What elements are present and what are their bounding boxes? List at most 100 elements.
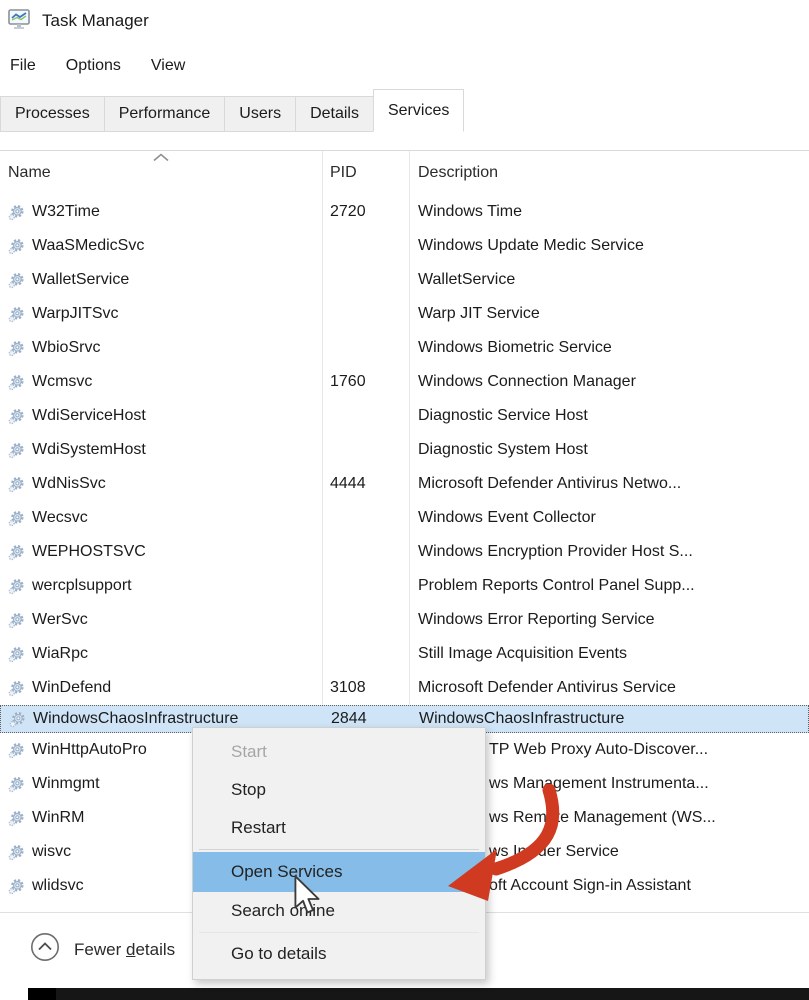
service-name: WbioSrvc — [32, 339, 100, 357]
sort-asc-icon — [152, 149, 170, 167]
service-gear-icon — [8, 646, 25, 663]
tab-users[interactable]: Users — [224, 96, 296, 132]
menu-item-search-online[interactable]: Search online — [193, 892, 485, 930]
service-name: WdiSystemHost — [32, 441, 146, 459]
service-name: WalletService — [32, 271, 129, 289]
service-description: Windows Biometric Service — [409, 339, 809, 357]
service-description: Windows Encryption Provider Host S... — [409, 543, 809, 561]
service-description: Windows Event Collector — [409, 509, 809, 527]
service-name: WdiServiceHost — [32, 407, 146, 425]
service-description: Still Image Acquisition Events — [409, 645, 809, 663]
service-gear-icon — [8, 544, 25, 561]
service-description: Warp JIT Service — [409, 305, 809, 323]
service-name: wisvc — [32, 843, 71, 861]
menu-bar: File Options View — [0, 50, 185, 82]
column-header-description[interactable]: Description — [418, 155, 498, 191]
table-row[interactable]: WbioSrvc Windows Biometric Service — [0, 331, 809, 365]
table-row[interactable]: WerSvc Windows Error Reporting Service — [0, 603, 809, 637]
table-row[interactable]: Wcmsvc 1760 Windows Connection Manager — [0, 365, 809, 399]
service-description: Microsoft Defender Antivirus Netwo... — [409, 475, 809, 493]
menu-item-restart[interactable]: Restart — [193, 809, 485, 847]
service-gear-icon — [8, 612, 25, 629]
menu-separator — [199, 849, 479, 850]
menu-item-open-services[interactable]: Open Services — [193, 852, 485, 892]
service-description: Windows Update Medic Service — [409, 237, 809, 255]
fewer-details-label: Fewer details — [74, 940, 175, 960]
column-header-name[interactable]: Name — [8, 155, 51, 191]
service-name: Winmgmt — [32, 775, 100, 793]
service-name: WinRM — [32, 809, 84, 827]
tab-services[interactable]: Services — [373, 89, 464, 132]
service-name: WindowsChaosInfrastructure — [33, 710, 238, 728]
table-row[interactable]: W32Time 2720 Windows Time — [0, 195, 809, 229]
service-description: Diagnostic System Host — [409, 441, 809, 459]
service-gear-icon — [8, 810, 25, 827]
service-gear-icon — [8, 878, 25, 895]
service-description: Microsoft Defender Antivirus Service — [409, 679, 809, 697]
service-gear-icon — [8, 408, 25, 425]
service-description: WalletService — [409, 271, 809, 289]
table-row[interactable]: WarpJITSvc Warp JIT Service — [0, 297, 809, 331]
service-pid: 1760 — [322, 373, 409, 391]
tab-bar: ProcessesPerformanceUsersDetailsServices — [0, 90, 463, 132]
table-row[interactable]: WiaRpc Still Image Acquisition Events — [0, 637, 809, 671]
service-name: wlidsvc — [32, 877, 84, 895]
service-name: WaaSMedicSvc — [32, 237, 144, 255]
service-name: WarpJITSvc — [32, 305, 119, 323]
menu-item-start: Start — [193, 733, 485, 771]
service-name: W32Time — [32, 203, 100, 221]
service-name: wercplsupport — [32, 577, 132, 595]
table-row[interactable]: WalletService WalletService — [0, 263, 809, 297]
service-name: WEPHOSTSVC — [32, 543, 146, 561]
service-gear-icon — [8, 578, 25, 595]
table-row[interactable]: wercplsupport Problem Reports Control Pa… — [0, 569, 809, 603]
column-header-pid[interactable]: PID — [330, 155, 357, 191]
tab-processes[interactable]: Processes — [0, 96, 105, 132]
service-pid: 2844 — [323, 710, 410, 728]
title-bar[interactable]: Task Manager — [6, 6, 149, 36]
tab-performance[interactable]: Performance — [104, 96, 226, 132]
service-gear-icon — [8, 238, 25, 255]
tab-details[interactable]: Details — [295, 96, 374, 132]
service-description: Problem Reports Control Panel Supp... — [409, 577, 809, 595]
table-row[interactable]: WEPHOSTSVC Windows Encryption Provider H… — [0, 535, 809, 569]
table-row[interactable]: Wecsvc Windows Event Collector — [0, 501, 809, 535]
service-gear-icon — [8, 442, 25, 459]
chevron-up-circle-icon — [30, 932, 60, 967]
service-pid: 3108 — [322, 679, 409, 697]
service-name: WerSvc — [32, 611, 88, 629]
fewer-details-button[interactable]: Fewer details — [30, 932, 175, 967]
service-gear-icon — [8, 844, 25, 861]
menu-separator — [199, 932, 479, 933]
table-row[interactable]: WdNisSvc 4444 Microsoft Defender Antivir… — [0, 467, 809, 501]
service-name: WdNisSvc — [32, 475, 106, 493]
menubar-item-options[interactable]: Options — [66, 57, 121, 75]
service-pid: 4444 — [322, 475, 409, 493]
taskbar-strip — [28, 988, 809, 1000]
window-title: Task Manager — [42, 11, 149, 31]
service-gear-icon — [8, 340, 25, 357]
table-row[interactable]: WdiSystemHost Diagnostic System Host — [0, 433, 809, 467]
table-row[interactable]: WinDefend 3108 Microsoft Defender Antivi… — [0, 671, 809, 705]
service-description: Windows Time — [409, 203, 809, 221]
service-gear-icon — [8, 374, 25, 391]
service-gear-icon — [8, 476, 25, 493]
service-gear-icon — [8, 510, 25, 527]
service-gear-icon — [9, 711, 26, 728]
service-gear-icon — [8, 204, 25, 221]
service-name: Wecsvc — [32, 509, 88, 527]
task-manager-icon — [6, 6, 32, 37]
service-pid: 2720 — [322, 203, 409, 221]
table-row[interactable]: WdiServiceHost Diagnostic Service Host — [0, 399, 809, 433]
service-description: WindowsChaosInfrastructure — [410, 710, 808, 728]
menubar-item-file[interactable]: File — [10, 57, 36, 75]
service-description: Windows Error Reporting Service — [409, 611, 809, 629]
menubar-item-view[interactable]: View — [151, 57, 185, 75]
table-top-border — [0, 150, 809, 151]
service-name: WinDefend — [32, 679, 111, 697]
menu-item-stop[interactable]: Stop — [193, 771, 485, 809]
task-manager-window: Task Manager File Options View ProcessesPe… — [0, 0, 809, 1000]
service-name: Wcmsvc — [32, 373, 92, 391]
menu-item-go-to-details[interactable]: Go to details — [193, 935, 485, 973]
table-row[interactable]: WaaSMedicSvc Windows Update Medic Servic… — [0, 229, 809, 263]
